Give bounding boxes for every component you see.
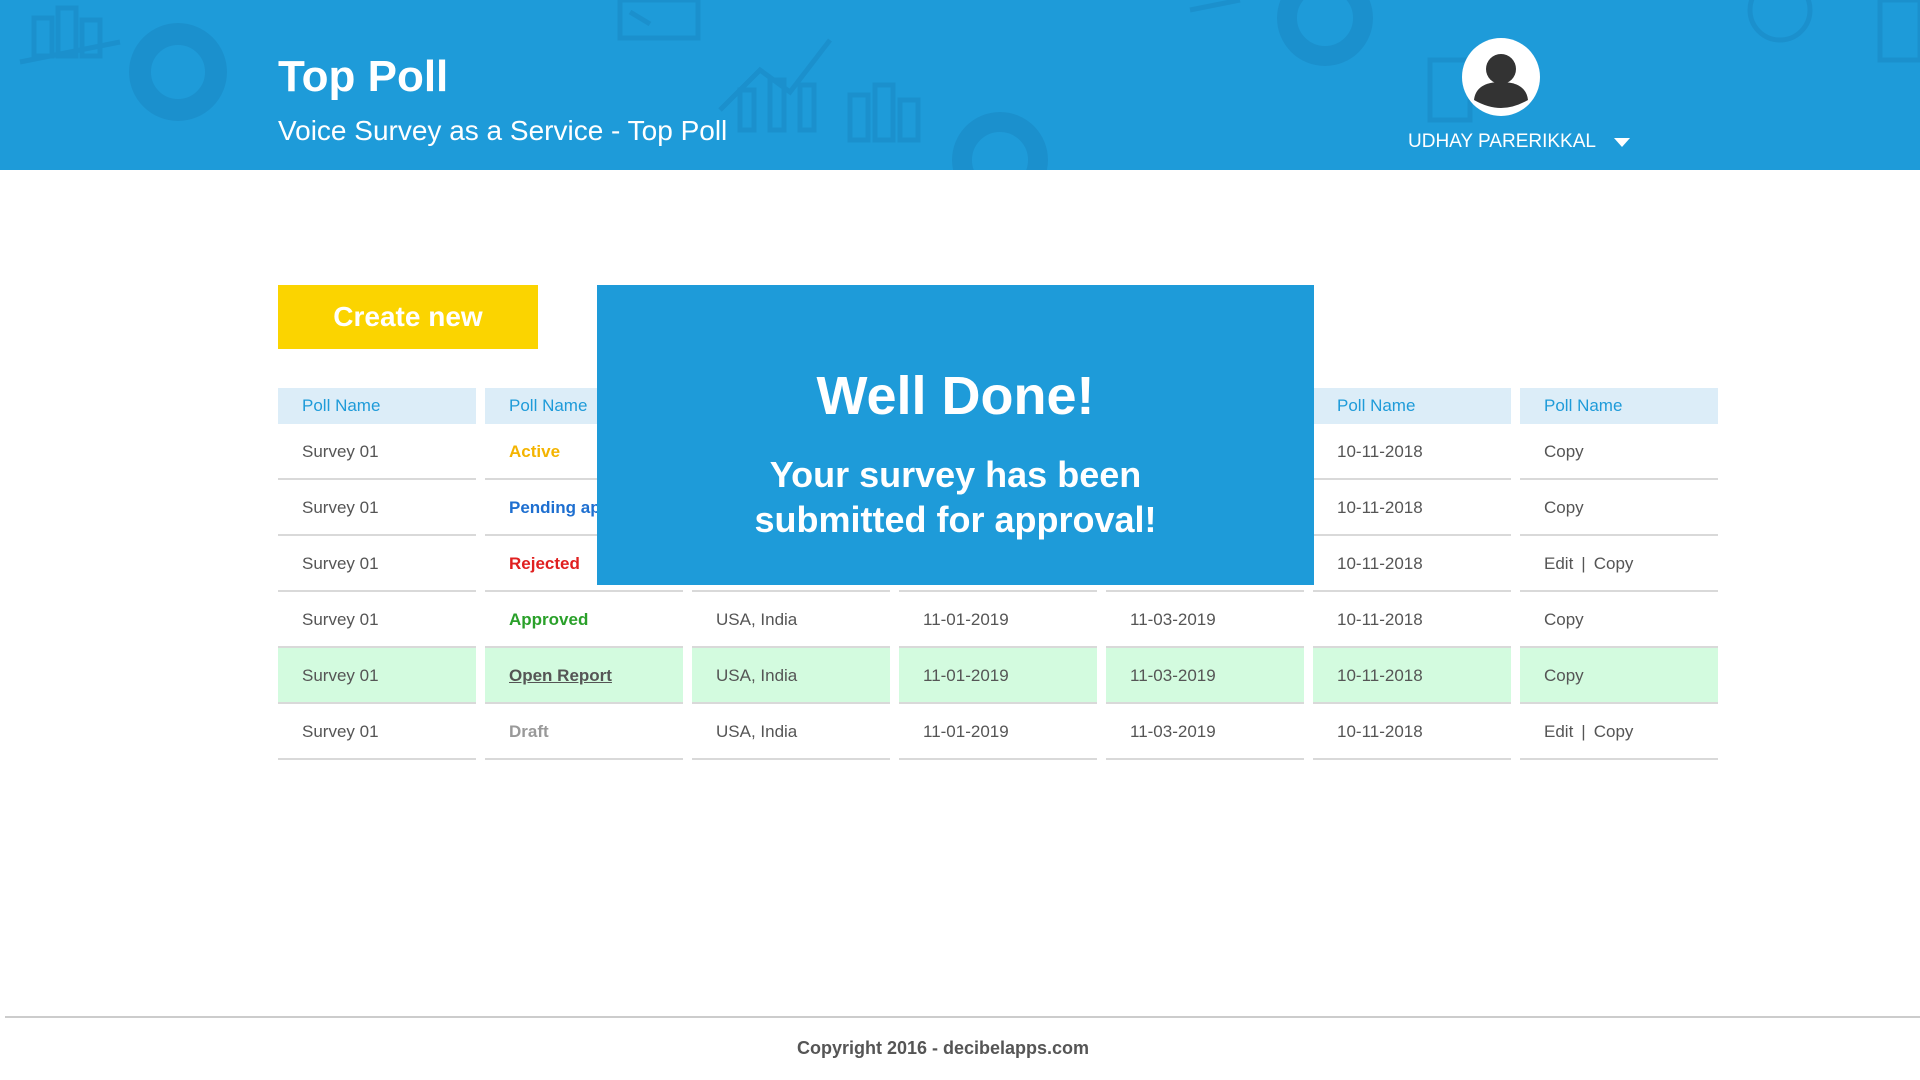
actions-cell: Copy	[1520, 648, 1718, 704]
poll-name-cell: Survey 01	[278, 648, 476, 704]
end-date-cell: 11-03-2019	[1106, 592, 1304, 648]
create-new-button[interactable]: Create new	[278, 285, 538, 349]
date-cell: 10-11-2018	[1313, 424, 1511, 480]
chevron-down-icon	[1613, 137, 1630, 147]
actions-cell: Copy	[1520, 592, 1718, 648]
status-badge: Rejected	[509, 554, 580, 573]
column-header-date: Poll Name	[1313, 388, 1511, 424]
date-cell: 10-11-2018	[1313, 648, 1511, 704]
actions-cell: Copy	[1520, 480, 1718, 536]
user-avatar[interactable]	[1462, 38, 1540, 116]
date-cell: 10-11-2018	[1313, 704, 1511, 760]
date-cell: 10-11-2018	[1313, 480, 1511, 536]
start-date-cell: 11-01-2019	[899, 648, 1097, 704]
date-cell: 10-11-2018	[1313, 592, 1511, 648]
copy-link[interactable]: Copy	[1544, 498, 1584, 517]
region-cell: USA, India	[692, 648, 890, 704]
copyright-text: Copyright 2016 - decibelapps.com	[796, 1038, 1090, 1058]
end-date-cell: 11-03-2019	[1106, 648, 1304, 704]
status-cell: Draft	[485, 704, 683, 760]
status-badge: Active	[509, 442, 561, 461]
region-cell: USA, India	[692, 704, 890, 760]
user-menu-toggle[interactable]: UDHAY PARERIKKAL	[1408, 128, 1630, 156]
app-subtitle: Voice Survey as a Service - Top Poll	[278, 115, 728, 146]
start-date-cell: 11-01-2019	[899, 592, 1097, 648]
modal-message-line-2: submitted for approval!	[754, 499, 1157, 540]
edit-link[interactable]: Edit	[1544, 554, 1573, 573]
status-cell: Approved	[485, 592, 683, 648]
column-header-poll-name: Poll Name	[278, 388, 476, 424]
poll-name-cell: Survey 01	[278, 704, 476, 760]
open-report-link[interactable]: Open Report	[509, 666, 612, 685]
app-header: Top Poll Voice Survey as a Service - Top…	[0, 0, 1920, 170]
column-header-actions: Poll Name	[1520, 388, 1718, 424]
copy-link[interactable]: Copy	[1544, 666, 1584, 685]
edit-link[interactable]: Edit	[1544, 722, 1573, 741]
copy-link[interactable]: Copy	[1594, 554, 1634, 573]
status-cell: Open Report	[485, 648, 683, 704]
modal-message-line-1: Your survey has been	[769, 454, 1142, 495]
table-row: Survey 01 Approved USA, India 11-01-2019…	[278, 592, 1718, 648]
user-name: UDHAY PARERIKKAL	[1408, 131, 1596, 152]
poll-name-cell: Survey 01	[278, 424, 476, 480]
actions-cell: Copy	[1520, 424, 1718, 480]
actions-cell: Edit | Copy	[1520, 704, 1718, 760]
poll-name-cell: Survey 01	[278, 536, 476, 592]
table-row: Survey 01 Draft USA, India 11-01-2019 11…	[278, 704, 1718, 760]
status-badge: Approved	[509, 610, 589, 629]
modal-title: Well Done!	[816, 366, 1095, 426]
copy-link[interactable]: Copy	[1544, 442, 1584, 461]
copy-link[interactable]: Copy	[1544, 610, 1584, 629]
copy-link[interactable]: Copy	[1594, 722, 1634, 741]
region-cell: USA, India	[692, 592, 890, 648]
poll-name-cell: Survey 01	[278, 592, 476, 648]
actions-cell: Edit | Copy	[1520, 536, 1718, 592]
table-row-highlighted: Survey 01 Open Report USA, India 11-01-2…	[278, 648, 1718, 704]
app-title: Top Poll	[278, 52, 449, 101]
end-date-cell: 11-03-2019	[1106, 704, 1304, 760]
poll-name-cell: Survey 01	[278, 480, 476, 536]
action-separator: |	[1581, 722, 1586, 741]
user-icon	[1474, 54, 1528, 108]
success-modal[interactable]: Well Done! Your survey has been submitte…	[597, 285, 1314, 585]
footer-divider	[5, 1016, 1920, 1018]
action-separator: |	[1581, 554, 1586, 573]
status-badge: Pending ap	[509, 498, 601, 517]
status-badge: Draft	[509, 722, 549, 741]
start-date-cell: 11-01-2019	[899, 704, 1097, 760]
modal-message: Your survey has been submitted for appro…	[597, 452, 1314, 542]
date-cell: 10-11-2018	[1313, 536, 1511, 592]
